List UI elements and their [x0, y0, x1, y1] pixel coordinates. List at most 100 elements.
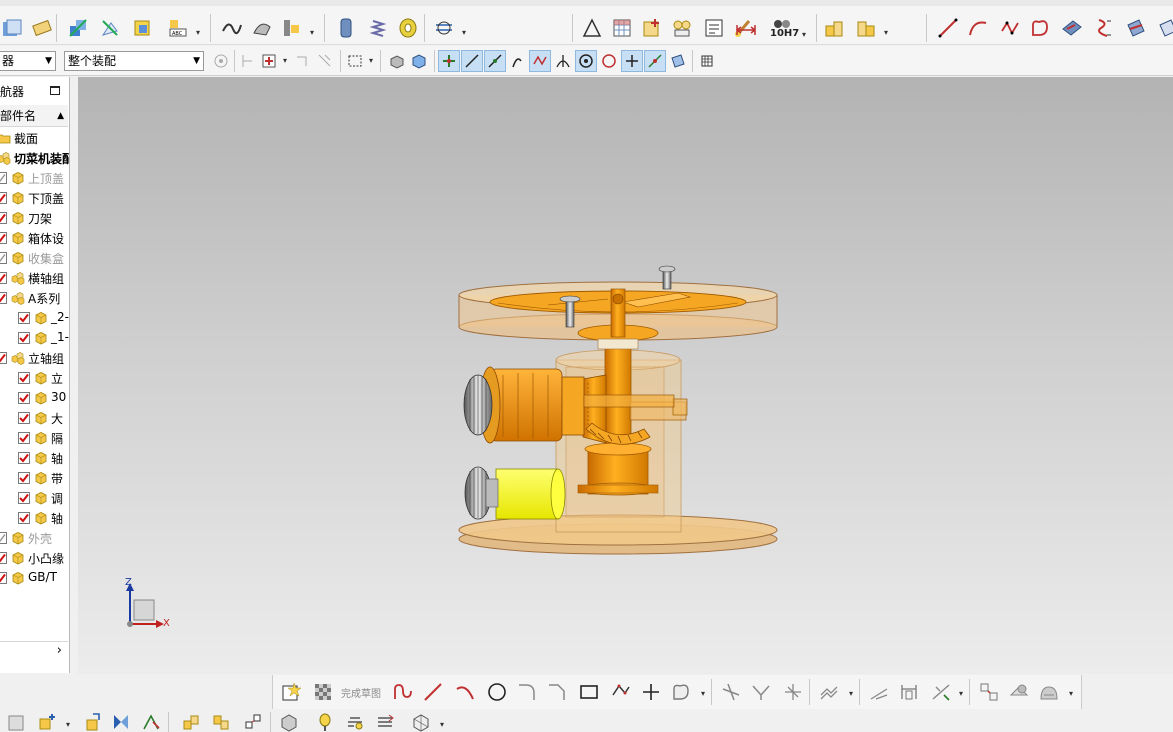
- visibility-checkbox[interactable]: [18, 372, 30, 384]
- chart-icon[interactable]: [30, 16, 54, 40]
- type-filter-select[interactable]: 器 ▼: [0, 51, 56, 71]
- visibility-checkbox[interactable]: [0, 552, 7, 564]
- surface-icon[interactable]: [1092, 16, 1116, 40]
- navigator-scrollbar[interactable]: ›: [0, 641, 68, 661]
- wire-icon[interactable]: [432, 16, 456, 40]
- assembly-icon[interactable]: [180, 712, 202, 732]
- select-icon[interactable]: [314, 50, 336, 72]
- tree-node[interactable]: _2-: [0, 308, 69, 328]
- snap-quadrant-icon[interactable]: [598, 50, 620, 72]
- tree-node[interactable]: 小凸缘: [0, 548, 68, 568]
- line-icon[interactable]: [421, 680, 445, 704]
- visibility-checkbox[interactable]: [0, 532, 7, 544]
- surface-icon[interactable]: [1156, 16, 1173, 40]
- visibility-checkbox[interactable]: [18, 312, 30, 324]
- text-icon[interactable]: [280, 16, 304, 40]
- fillet-icon[interactable]: [515, 680, 539, 704]
- tree-node[interactable]: 立轴组: [0, 348, 68, 368]
- visibility-checkbox[interactable]: [18, 392, 30, 404]
- assembly-icon[interactable]: [6, 712, 28, 732]
- bearing-icon[interactable]: [396, 16, 420, 40]
- constraint-icon[interactable]: [977, 680, 1001, 704]
- edit-icon[interactable]: [702, 16, 726, 40]
- curve-icon[interactable]: [220, 16, 244, 40]
- maximize-icon[interactable]: [50, 86, 60, 95]
- circle-icon[interactable]: [485, 680, 509, 704]
- visibility-checkbox[interactable]: [0, 572, 7, 584]
- arc-icon[interactable]: [453, 680, 477, 704]
- view-cube-icon[interactable]: [408, 50, 430, 72]
- visibility-checkbox[interactable]: [0, 172, 7, 184]
- assembly-icon[interactable]: [640, 16, 664, 40]
- visibility-checkbox[interactable]: [0, 252, 7, 264]
- plane-icon[interactable]: [1060, 16, 1084, 40]
- visibility-checkbox[interactable]: [18, 332, 30, 344]
- tree-node[interactable]: 30: [0, 388, 68, 408]
- move-icon[interactable]: [82, 712, 104, 732]
- motor[interactable]: [464, 466, 566, 520]
- snap-tangent-icon[interactable]: [552, 50, 574, 72]
- visibility-checkbox[interactable]: [18, 472, 30, 484]
- filter-icon[interactable]: [210, 50, 232, 72]
- tree-node[interactable]: _1-: [0, 328, 69, 348]
- corner-icon[interactable]: [781, 680, 805, 704]
- rectangle-select-icon[interactable]: [344, 50, 366, 72]
- tree-node[interactable]: 刀架: [0, 208, 68, 228]
- component-icon[interactable]: [410, 712, 432, 732]
- rectangle-icon[interactable]: [577, 680, 601, 704]
- tree-node[interactable]: 上顶盖: [0, 168, 68, 188]
- snap-point-icon[interactable]: [621, 50, 643, 72]
- wave-icon[interactable]: [344, 712, 366, 732]
- visibility-checkbox[interactable]: [0, 232, 7, 244]
- chamfer-icon[interactable]: [545, 680, 569, 704]
- column-header-part-name[interactable]: 部件名 ▲: [0, 105, 68, 127]
- visibility-checkbox[interactable]: [0, 272, 7, 284]
- chevron-right-icon[interactable]: ›: [57, 643, 62, 658]
- tree-node[interactable]: A系列: [0, 288, 68, 308]
- select-icon[interactable]: [292, 50, 314, 72]
- tree-node[interactable]: 截面: [0, 128, 68, 148]
- component-icon[interactable]: [374, 712, 396, 732]
- visibility-checkbox[interactable]: [0, 192, 7, 204]
- shaded-view-icon[interactable]: [386, 50, 408, 72]
- visibility-checkbox[interactable]: [18, 452, 30, 464]
- sketch-icon[interactable]: [279, 680, 303, 704]
- snap-on-curve-icon[interactable]: [644, 50, 666, 72]
- tree-node[interactable]: 外壳: [0, 528, 68, 548]
- tree-node[interactable]: 切菜机装配: [0, 148, 69, 168]
- display-icon[interactable]: [1007, 680, 1031, 704]
- visibility-checkbox[interactable]: [18, 492, 30, 504]
- tree-node[interactable]: 调: [0, 488, 68, 508]
- text-icon[interactable]: ABC: [166, 16, 190, 40]
- point-icon[interactable]: [639, 680, 663, 704]
- tree-node[interactable]: 下顶盖: [0, 188, 68, 208]
- shape-icon[interactable]: [250, 16, 274, 40]
- clearance-icon[interactable]: [314, 712, 336, 732]
- mirror-icon[interactable]: [110, 712, 132, 732]
- snap-intersection-icon[interactable]: [529, 50, 551, 72]
- explode-icon[interactable]: [242, 712, 264, 732]
- tree-node[interactable]: 轴: [0, 448, 68, 468]
- line-icon[interactable]: [936, 16, 960, 40]
- shape-icon[interactable]: [669, 680, 693, 704]
- visibility-checkbox[interactable]: [0, 212, 7, 224]
- assembly-icon[interactable]: [670, 16, 694, 40]
- route-icon[interactable]: [0, 16, 24, 40]
- offset-icon[interactable]: [817, 680, 841, 704]
- spline-icon[interactable]: [998, 16, 1022, 40]
- profile-icon[interactable]: [391, 680, 415, 704]
- snap-endpoint-icon[interactable]: [438, 50, 460, 72]
- add-component-icon[interactable]: [36, 712, 58, 732]
- polygon-icon[interactable]: [609, 680, 633, 704]
- finish-sketch-label[interactable]: 完成草图: [341, 685, 381, 700]
- triangle-icon[interactable]: [580, 16, 604, 40]
- arc-icon[interactable]: [966, 16, 990, 40]
- assembly-icon[interactable]: [98, 16, 122, 40]
- section-icon[interactable]: [278, 712, 300, 732]
- assembly-icon[interactable]: [854, 16, 878, 40]
- tree-node[interactable]: 收集盒: [0, 248, 68, 268]
- finish-sketch-icon[interactable]: [311, 680, 335, 704]
- surface-icon[interactable]: [1124, 16, 1148, 40]
- constraint-icon[interactable]: [140, 712, 162, 732]
- snap-midpoint-icon[interactable]: [484, 50, 506, 72]
